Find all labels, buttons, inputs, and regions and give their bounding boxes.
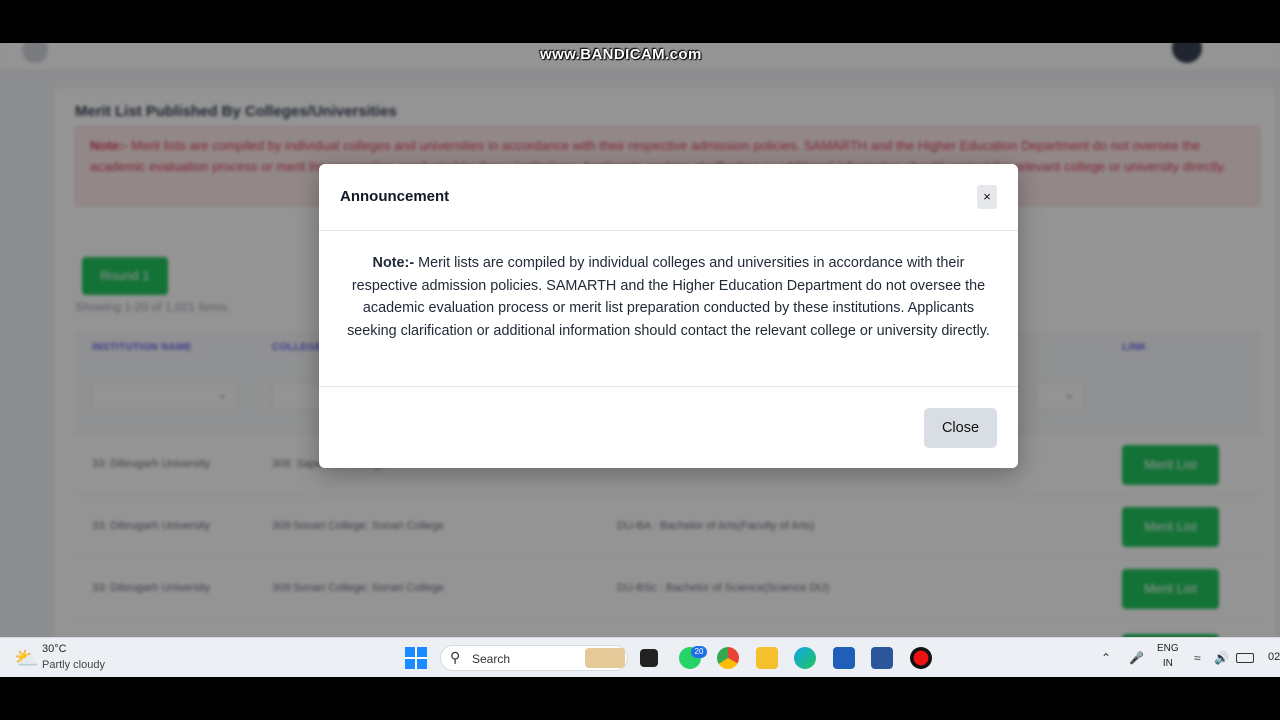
taskbar-search[interactable]: ⚲ Search (440, 645, 628, 671)
weather-temp[interactable]: 30°C (42, 643, 67, 655)
search-label: Search (472, 652, 511, 666)
close-button[interactable]: Close (924, 408, 997, 448)
wifi-icon[interactable]: ≈ (1194, 651, 1201, 665)
weather-desc[interactable]: Partly cloudy (42, 659, 105, 671)
search-highlight-image (585, 648, 625, 668)
screen: Merit List Published By Colleges/Univers… (0, 0, 1280, 720)
modal-body: Note:- Merit lists are compiled by indiv… (340, 252, 997, 343)
windows-taskbar: ⛅ 30°C Partly cloudy ⚲ Search 20 ⌃ 🎤 ENG… (0, 637, 1280, 677)
volume-icon[interactable]: 🔊 (1214, 651, 1229, 665)
clock[interactable]: 02 (1268, 651, 1280, 663)
partly-cloudy-icon[interactable]: ⛅ (14, 646, 39, 671)
recorder-watermark: www.BANDICAM.com (540, 46, 702, 63)
lang-line1: ENG (1157, 643, 1179, 654)
bandicam-record-icon[interactable] (910, 647, 932, 669)
browser-page: Merit List Published By Colleges/Univers… (0, 43, 1280, 637)
chrome-icon[interactable] (717, 647, 739, 669)
modal-note-label: Note:- (372, 255, 415, 271)
file-explorer-icon[interactable] (756, 647, 778, 669)
battery-icon[interactable] (1236, 653, 1254, 663)
lang-line2: IN (1162, 658, 1173, 669)
windows-start-icon[interactable] (405, 647, 427, 669)
modal-title: Announcement (340, 188, 450, 205)
word-icon[interactable] (871, 647, 893, 669)
notification-badge: 20 (691, 646, 707, 658)
microphone-icon[interactable]: 🎤 (1129, 651, 1144, 665)
announcement-modal: Announcement × Note:- Merit lists are co… (319, 164, 1018, 468)
chevron-up-icon[interactable]: ⌃ (1101, 651, 1111, 665)
modal-footer: Close (319, 386, 1018, 468)
modal-note-text: Merit lists are compiled by individual c… (347, 255, 990, 340)
modal-header: Announcement × (319, 164, 1018, 231)
close-icon[interactable]: × (977, 185, 997, 209)
terminal-icon[interactable] (640, 649, 658, 667)
store-icon[interactable] (833, 647, 855, 669)
search-icon: ⚲ (450, 649, 461, 665)
language-indicator[interactable]: ENG IN (1157, 641, 1179, 671)
edge-icon[interactable] (794, 647, 816, 669)
